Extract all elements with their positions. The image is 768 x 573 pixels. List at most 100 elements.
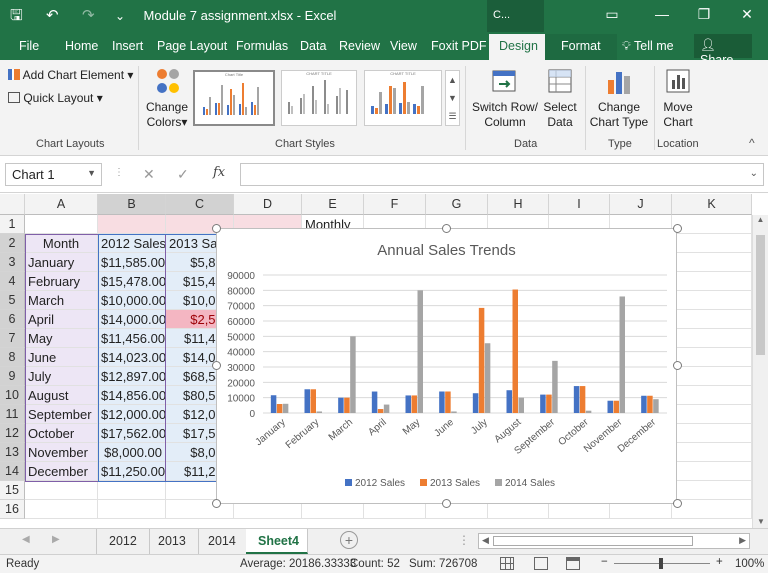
sheet-tab-sheet4[interactable]: Sheet4 — [246, 529, 308, 554]
chart-style-2-thumbnail[interactable]: CHART TITLE — [281, 70, 357, 126]
share-button[interactable]: 👤︎ Share — [694, 34, 752, 67]
cell-k15[interactable] — [672, 481, 752, 500]
cell-k11[interactable] — [672, 405, 752, 424]
row-header-1[interactable]: 1 — [0, 215, 25, 234]
cell-b4[interactable]: $15,478.00 — [98, 272, 166, 291]
cancel-icon[interactable]: ✕ — [143, 166, 155, 183]
next-sheet-icon[interactable]: ▶ — [52, 534, 60, 545]
cell-k4[interactable] — [672, 272, 752, 291]
row-header-13[interactable]: 13 — [0, 443, 25, 462]
column-header-a[interactable]: A — [25, 194, 98, 215]
row-header-6[interactable]: 6 — [0, 310, 25, 329]
tab-review[interactable]: Review — [339, 39, 380, 53]
cell-b2[interactable]: 2012 Sales — [98, 234, 166, 253]
scrollbar-thumb[interactable] — [756, 235, 765, 355]
cell-b14[interactable]: $11,250.00 — [98, 462, 166, 481]
column-header-j[interactable]: J — [610, 194, 672, 215]
column-header-b[interactable]: B — [98, 194, 166, 215]
cell-b13[interactable]: $8,000.00 — [98, 443, 166, 462]
cell-a9[interactable]: July — [25, 367, 98, 386]
close-icon[interactable]: ✕ — [737, 6, 757, 23]
chart-style-3-thumbnail[interactable]: CHART TITLE — [364, 70, 442, 126]
row-header-10[interactable]: 10 — [0, 386, 25, 405]
cell-a14[interactable]: December — [25, 462, 98, 481]
column-header-c[interactable]: C — [166, 194, 234, 215]
row-header-2[interactable]: 2 — [0, 234, 25, 253]
column-header-k[interactable]: K — [672, 194, 752, 215]
cell-b1[interactable] — [98, 215, 166, 234]
cell-k1[interactable] — [672, 215, 752, 234]
row-header-14[interactable]: 14 — [0, 462, 25, 481]
prev-sheet-icon[interactable]: ◀ — [22, 534, 30, 545]
chart-resize-handle-tl[interactable] — [212, 224, 221, 233]
tab-split-handle-icon[interactable]: ⋮ — [458, 533, 470, 547]
cell-b16[interactable] — [98, 500, 166, 519]
scroll-up-icon[interactable]: ▲ — [446, 71, 459, 89]
column-header-i[interactable]: I — [549, 194, 610, 215]
zoom-slider-thumb[interactable] — [659, 558, 663, 569]
cell-k7[interactable] — [672, 329, 752, 348]
cell-a5[interactable]: March — [25, 291, 98, 310]
sheet-tab-2014[interactable]: 2014 — [196, 529, 249, 554]
expand-formula-icon[interactable]: ⌄ — [750, 168, 758, 179]
chart-resize-handle-br[interactable] — [673, 499, 682, 508]
row-header-4[interactable]: 4 — [0, 272, 25, 291]
cell-a15[interactable] — [25, 481, 98, 500]
page-break-view-icon[interactable] — [566, 557, 580, 570]
cell-b9[interactable]: $12,897.00 — [98, 367, 166, 386]
cell-k3[interactable] — [672, 253, 752, 272]
normal-view-icon[interactable] — [500, 557, 514, 570]
insert-function-icon[interactable]: fx — [213, 165, 225, 180]
chevron-down-icon[interactable]: ▼ — [87, 168, 96, 178]
ribbon-display-options-icon[interactable]: ▭ — [602, 6, 622, 23]
tell-me-search[interactable]: 💡︎ Tell me — [622, 39, 674, 54]
cell-k8[interactable] — [672, 348, 752, 367]
cell-a4[interactable]: February — [25, 272, 98, 291]
more-styles-icon[interactable]: ☰ — [446, 107, 459, 125]
cell-a11[interactable]: September — [25, 405, 98, 424]
cell-k12[interactable] — [672, 424, 752, 443]
cell-b6[interactable]: $14,000.00 — [98, 310, 166, 329]
scrollbar-thumb[interactable] — [493, 536, 693, 546]
minimize-icon[interactable]: — — [652, 6, 672, 22]
column-header-g[interactable]: G — [426, 194, 488, 215]
column-header-f[interactable]: F — [364, 194, 426, 215]
cell-k10[interactable] — [672, 386, 752, 405]
cell-b15[interactable] — [98, 481, 166, 500]
tab-foxit-pdf[interactable]: Foxit PDF — [431, 39, 487, 53]
collapse-ribbon-icon[interactable]: ^ — [749, 136, 755, 150]
column-header-d[interactable]: D — [234, 194, 302, 215]
formula-input[interactable]: ⌄ — [240, 163, 764, 186]
horizontal-scrollbar[interactable]: ◀ ▶ — [478, 533, 750, 549]
page-layout-view-icon[interactable] — [534, 557, 548, 570]
cell-k13[interactable] — [672, 443, 752, 462]
chart-resize-handle-tr[interactable] — [673, 224, 682, 233]
select-data-button[interactable]: Select Data — [540, 66, 580, 130]
cell-a8[interactable]: June — [25, 348, 98, 367]
column-header-e[interactable]: E — [302, 194, 364, 215]
cell-a2[interactable]: Month — [25, 234, 98, 253]
change-colors-button[interactable]: Change Colors▾ — [143, 66, 191, 130]
row-header-7[interactable]: 7 — [0, 329, 25, 348]
cell-b8[interactable]: $14,023.00 — [98, 348, 166, 367]
drag-handle-icon[interactable]: ⋮ — [114, 167, 124, 178]
tab-page-layout[interactable]: Page Layout — [157, 39, 227, 53]
row-header-3[interactable]: 3 — [0, 253, 25, 272]
chart-styles-scroller[interactable]: ▲ ▼ ☰ — [445, 70, 460, 126]
cell-a7[interactable]: May — [25, 329, 98, 348]
cell-a1[interactable] — [25, 215, 98, 234]
vertical-scrollbar[interactable]: ▲ ▼ — [752, 215, 768, 528]
zoom-out-button[interactable]: − — [601, 556, 608, 568]
cell-a12[interactable]: October — [25, 424, 98, 443]
scroll-down-icon[interactable]: ▼ — [753, 517, 768, 526]
tab-home[interactable]: Home — [65, 39, 98, 53]
cell-a13[interactable]: November — [25, 443, 98, 462]
row-header-9[interactable]: 9 — [0, 367, 25, 386]
tab-format[interactable]: Format — [545, 34, 617, 60]
change-chart-type-button[interactable]: Change Chart Type — [588, 66, 650, 130]
row-header-11[interactable]: 11 — [0, 405, 25, 424]
tab-design[interactable]: Design — [489, 34, 548, 60]
chart-resize-handle-r[interactable] — [673, 361, 682, 370]
tab-data[interactable]: Data — [300, 39, 326, 53]
scroll-left-icon[interactable]: ◀ — [482, 535, 489, 546]
